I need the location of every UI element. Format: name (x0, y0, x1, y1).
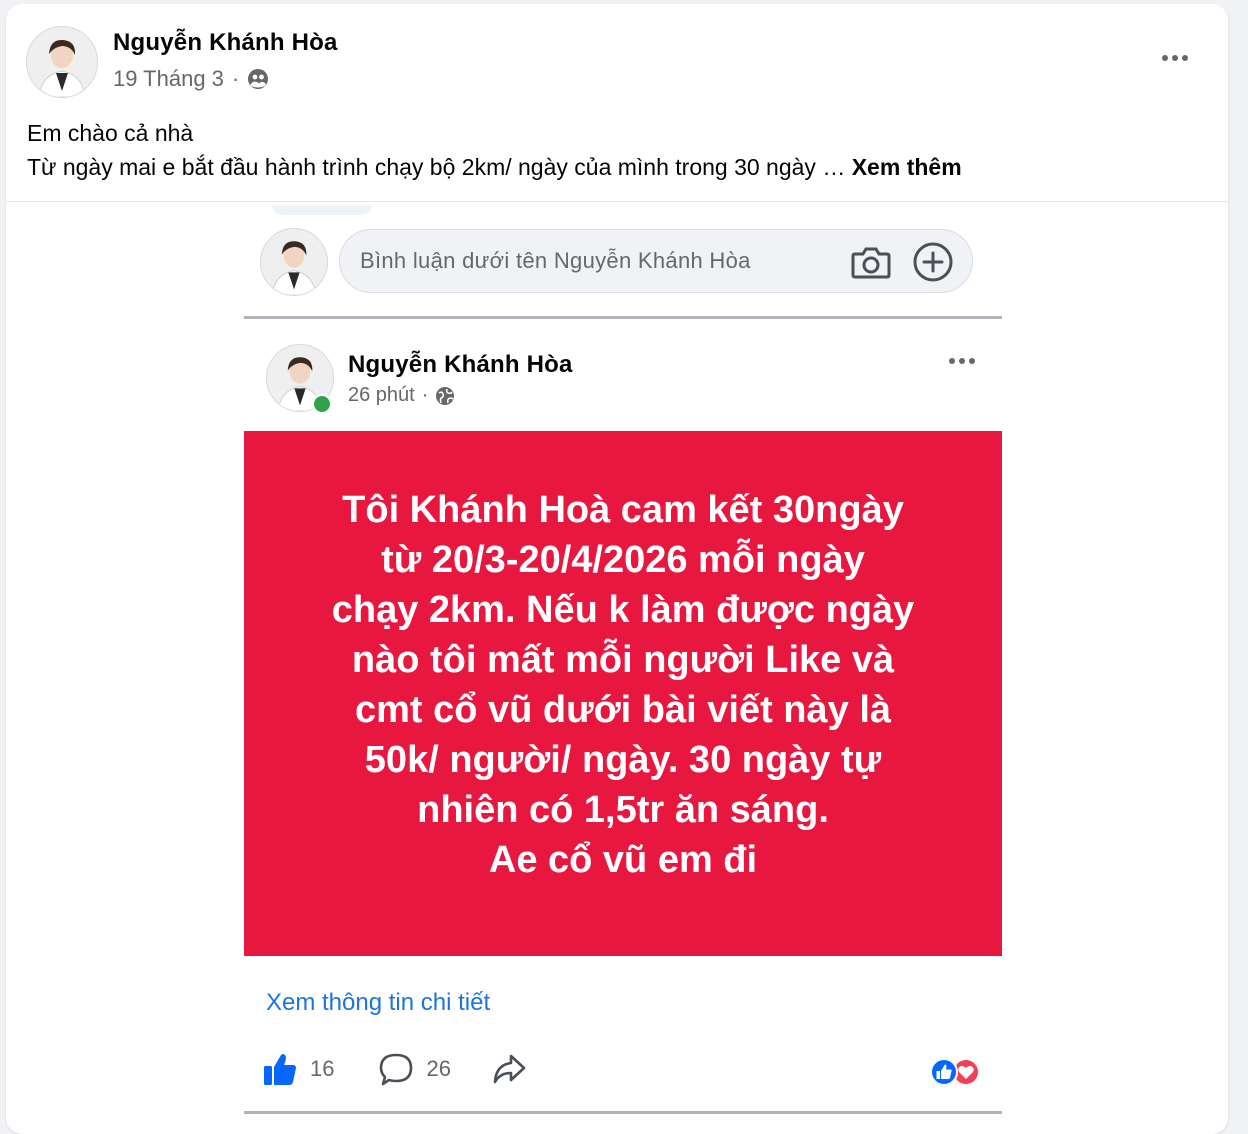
dot-icon (959, 358, 965, 364)
post-meta: 19 Tháng 3 · (113, 66, 269, 92)
comment-placeholder: Bình luận dưới tên Nguyễn Khánh Hòa (360, 248, 751, 273)
divider (244, 1111, 1002, 1114)
cropped-element (272, 205, 372, 215)
post-options-button[interactable] (1157, 46, 1193, 70)
post-author-name[interactable]: Nguyễn Khánh Hòa (113, 29, 338, 57)
comment-count: 26 (426, 1056, 451, 1081)
embedded-screenshot[interactable]: Bình luận dưới tên Nguyễn Khánh Hòa Nguy… (238, 205, 1002, 1129)
online-status-dot (312, 394, 332, 414)
dot-icon (1182, 55, 1188, 61)
inner-options-icon (944, 349, 980, 373)
card-text-line: cmt cổ vũ dưới bài viết này là (354, 688, 892, 731)
author-avatar[interactable] (26, 26, 98, 98)
dot-icon (1162, 55, 1168, 61)
camera-icon (849, 242, 893, 282)
card-text: Tôi Khánh Hoà cam kết 30ngày từ 20/3-20/… (283, 485, 963, 885)
share-action (491, 1051, 527, 1087)
commenter-avatar (260, 228, 328, 296)
divider (244, 316, 1002, 319)
meta-separator: · (231, 66, 240, 91)
card-text-line: Tôi Khánh Hoà cam kết 30ngày (342, 488, 904, 531)
share-icon (491, 1051, 527, 1087)
details-link: Xem thông tin chi tiết (266, 989, 491, 1016)
text-background-card: Tôi Khánh Hoà cam kết 30ngày từ 20/3-20/… (244, 431, 1002, 956)
inner-author-name: Nguyễn Khánh Hòa (348, 351, 573, 378)
thumbs-up-icon (262, 1051, 298, 1087)
card-text-line: từ 20/3-20/4/2026 mỗi ngày (381, 538, 865, 581)
card-text-line: nhiên có 1,5tr ăn sáng. (417, 788, 829, 831)
comment-icon (378, 1051, 414, 1087)
meta-separator: · (421, 384, 429, 406)
see-more-link[interactable]: Xem thêm (852, 154, 962, 180)
inner-post-time: 26 phút (348, 384, 415, 406)
globe-icon (435, 386, 455, 406)
post-text-truncated: Từ ngày mai e bắt đầu hành trình chạy bộ… (27, 154, 846, 180)
comment-input: Bình luận dưới tên Nguyễn Khánh Hòa (339, 229, 973, 293)
divider (6, 201, 1228, 202)
dot-icon (949, 358, 955, 364)
post-text-line: Từ ngày mai e bắt đầu hành trình chạy bộ… (27, 150, 962, 184)
dot-icon (1172, 55, 1178, 61)
inner-post-meta: 26 phút · (348, 384, 455, 407)
comment-action: 26 (378, 1051, 451, 1087)
add-icon (912, 241, 954, 283)
post-card: Nguyễn Khánh Hòa 19 Tháng 3 · Em chào cả… (6, 4, 1228, 1134)
like-action: 16 (262, 1051, 334, 1087)
like-reaction-icon (930, 1058, 958, 1086)
card-text-line: 50k/ người/ ngày. 30 ngày tự (364, 738, 882, 781)
friends-icon (247, 68, 269, 90)
reaction-icons (924, 1057, 984, 1087)
post-text: Em chào cả nhà Từ ngày mai e bắt đầu hàn… (27, 116, 962, 184)
card-text-line: Ae cổ vũ em đi (488, 838, 758, 881)
card-text-line: nào tôi mất mỗi người Like và (351, 638, 895, 681)
action-bar: 16 26 (262, 1049, 527, 1089)
like-count: 16 (310, 1056, 335, 1081)
dot-icon (969, 358, 975, 364)
post-text-line: Em chào cả nhà (27, 120, 194, 146)
post-date[interactable]: 19 Tháng 3 (113, 66, 224, 92)
card-text-line: chạy 2km. Nếu k làm được ngày (331, 588, 915, 631)
